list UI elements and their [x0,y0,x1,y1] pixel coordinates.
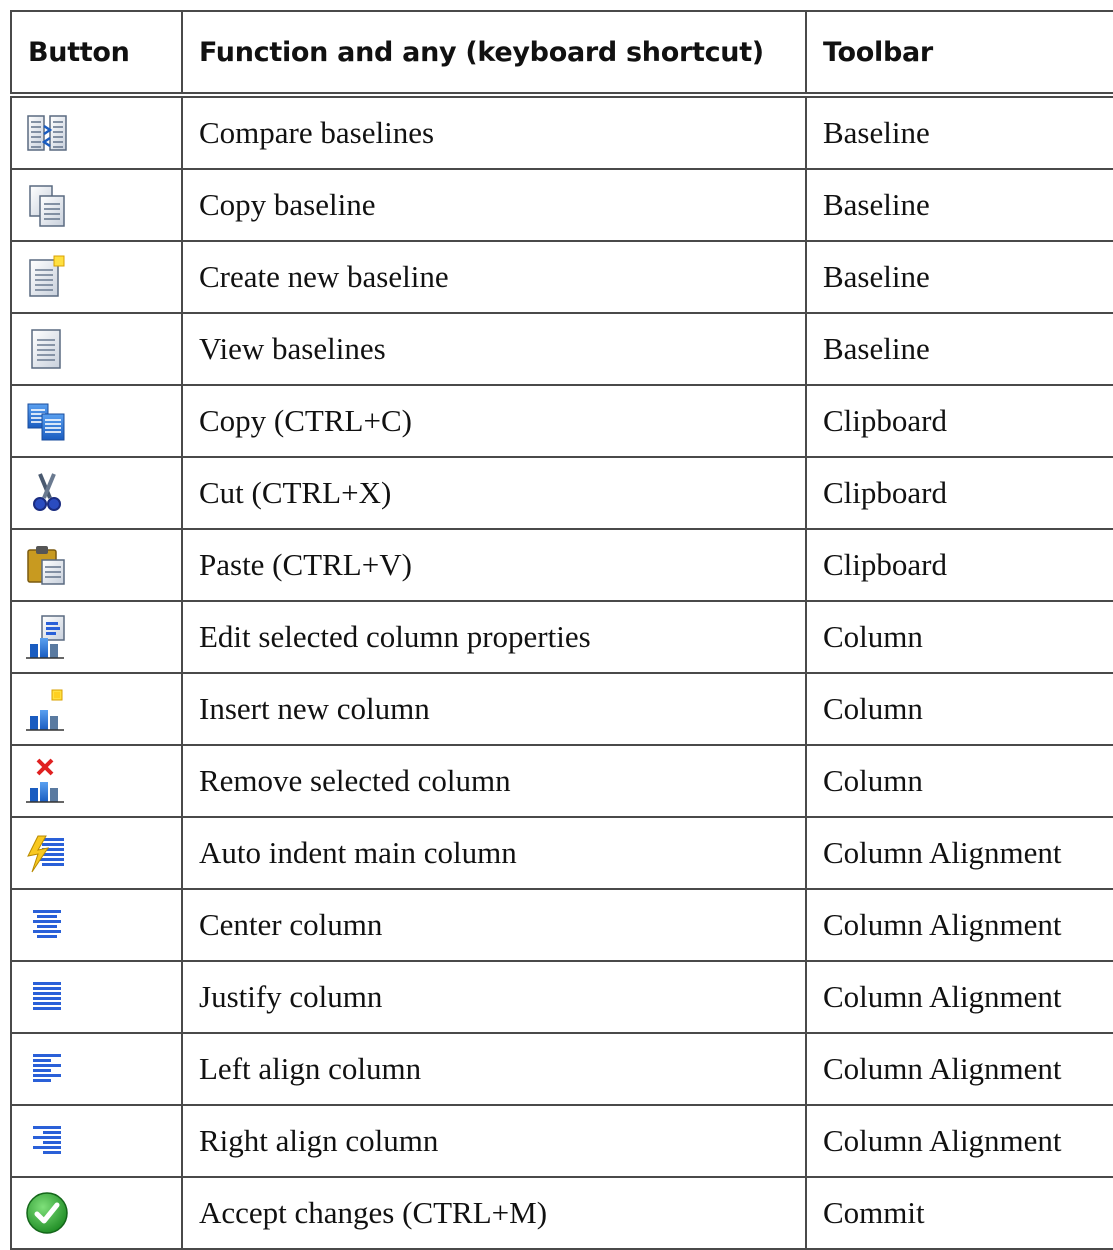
header-row: Button Function and any (keyboard shortc… [10,10,1113,98]
function-cell: Create new baseline [181,240,807,314]
function-cell: Accept changes (CTRL+M) [181,1176,807,1250]
toolbar-cell: Baseline [805,94,1113,170]
function-cell: Auto indent main column [181,816,807,890]
table-row: Compare baselines Baseline [10,94,1113,170]
button-icon-cell [10,744,183,818]
button-icon-cell [10,816,183,890]
table-row: Edit selected column properties Column [10,600,1113,674]
header-button: Button [10,10,183,98]
button-icon-cell [10,672,183,746]
button-icon-cell [10,168,183,242]
auto-indent-icon [27,835,64,873]
button-icon-cell [10,888,183,962]
table-row: Remove selected column Column [10,744,1113,818]
button-icon-cell [10,528,183,602]
table-row: Justify column Column Alignment [10,960,1113,1034]
button-icon-cell [10,960,183,1034]
toolbar-cell: Baseline [805,312,1113,386]
table-row: Accept changes (CTRL+M) Commit [10,1176,1113,1250]
toolbar-button-reference: Button Function and any (keyboard shortc… [10,10,1113,1250]
toolbar-cell: Column Alignment [805,816,1113,890]
function-cell: Cut (CTRL+X) [181,456,807,530]
button-icon-cell [10,1176,183,1250]
header-toolbar: Toolbar [805,10,1113,98]
header-function: Function and any (keyboard shortcut) [181,10,807,98]
copy-baseline-icon [29,185,65,227]
paste-clipboard-icon [27,546,65,585]
create-new-baseline-icon [29,255,65,297]
toolbar-cell: Column [805,744,1113,818]
table-row: Create new baseline Baseline [10,240,1113,314]
table-row: Cut (CTRL+X) Clipboard [10,456,1113,530]
table-row: Paste (CTRL+V) Clipboard [10,528,1113,602]
toolbar-cell: Clipboard [805,456,1113,530]
remove-column-icon [26,758,64,803]
cut-scissors-icon [33,473,61,511]
view-baselines-icon [31,329,61,369]
function-cell: View baselines [181,312,807,386]
align-center-icon [33,910,61,938]
table-row: Right align column Column Alignment [10,1104,1113,1178]
function-cell: Copy baseline [181,168,807,242]
table-row: Copy (CTRL+C) Clipboard [10,384,1113,458]
button-table: Button Function and any (keyboard shortc… [10,10,1113,1250]
button-icon-cell [10,1104,183,1178]
button-icon-cell [10,94,183,170]
toolbar-cell: Column Alignment [805,888,1113,962]
toolbar-cell: Clipboard [805,528,1113,602]
align-justify-icon [33,982,61,1010]
function-cell: Left align column [181,1032,807,1106]
toolbar-cell: Column [805,672,1113,746]
toolbar-cell: Baseline [805,168,1113,242]
table-row: Insert new column Column [10,672,1113,746]
function-cell: Center column [181,888,807,962]
button-icon-cell [10,312,183,386]
toolbar-cell: Commit [805,1176,1113,1250]
button-icon-cell [10,456,183,530]
table-row: Center column Column Alignment [10,888,1113,962]
align-left-icon [33,1054,61,1082]
table-row: Left align column Column Alignment [10,1032,1113,1106]
function-cell: Remove selected column [181,744,807,818]
table-row: Copy baseline Baseline [10,168,1113,242]
function-cell: Edit selected column properties [181,600,807,674]
toolbar-cell: Baseline [805,240,1113,314]
table-row: View baselines Baseline [10,312,1113,386]
toolbar-cell: Clipboard [805,384,1113,458]
function-cell: Paste (CTRL+V) [181,528,807,602]
accept-check-icon [26,1192,68,1234]
function-cell: Justify column [181,960,807,1034]
insert-column-icon [26,689,64,731]
copy-icon [27,403,65,441]
toolbar-cell: Column Alignment [805,960,1113,1034]
table-row: Auto indent main column Column Alignment [10,816,1113,890]
function-cell: Insert new column [181,672,807,746]
toolbar-cell: Column [805,600,1113,674]
button-icon-cell [10,384,183,458]
function-cell: Copy (CTRL+C) [181,384,807,458]
toolbar-cell: Column Alignment [805,1104,1113,1178]
align-right-icon [33,1126,61,1154]
function-cell: Right align column [181,1104,807,1178]
button-icon-cell [10,1032,183,1106]
button-icon-cell [10,240,183,314]
compare-baselines-icon [27,115,67,151]
function-cell: Compare baselines [181,94,807,170]
button-icon-cell [10,600,183,674]
column-properties-icon [26,615,65,659]
toolbar-cell: Column Alignment [805,1032,1113,1106]
